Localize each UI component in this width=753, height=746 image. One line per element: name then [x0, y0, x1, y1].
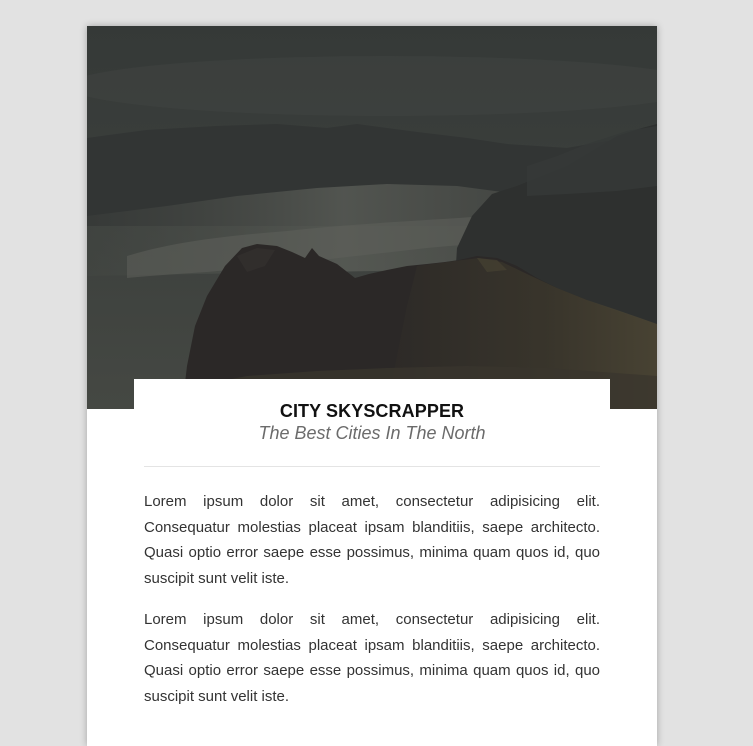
card-subtitle: The Best Cities In The North — [258, 423, 486, 443]
title-panel: CITY SKYSCRAPPER The Best Cities In The … — [134, 379, 610, 443]
hero-image — [87, 26, 657, 409]
mountain-landscape-image — [87, 26, 657, 409]
body-paragraph: Lorem ipsum dolor sit amet, consectetur … — [144, 610, 600, 705]
card-body: Lorem ipsum dolor sit amet, consectetur … — [144, 489, 600, 725]
card-title: CITY SKYSCRAPPER — [279, 401, 465, 421]
divider — [144, 466, 600, 467]
body-paragraph: Lorem ipsum dolor sit amet, consectetur … — [144, 493, 600, 588]
article-card: CITY SKYSCRAPPER The Best Cities In The … — [87, 26, 657, 746]
